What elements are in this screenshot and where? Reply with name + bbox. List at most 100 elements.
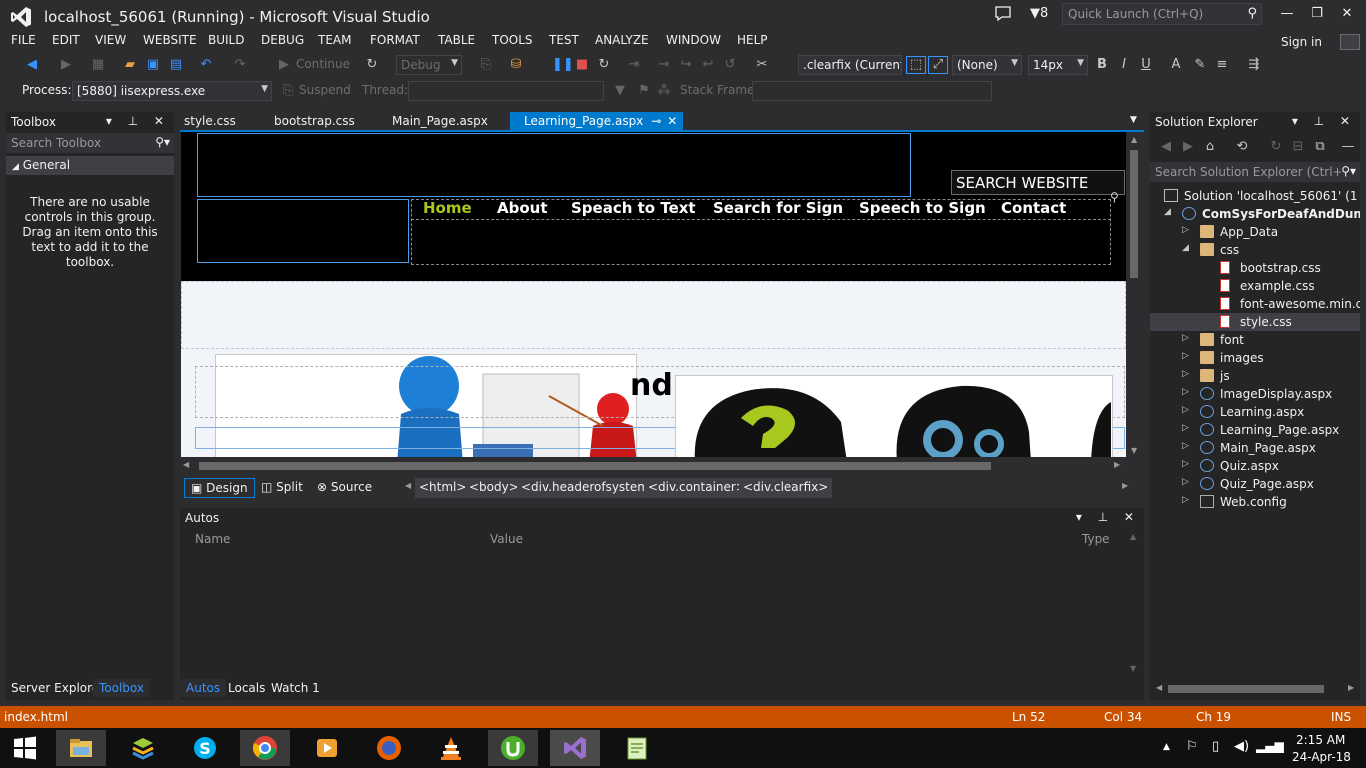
column-value[interactable]: Value xyxy=(490,532,523,546)
panel-buttons[interactable]: ▾ ⊥ ✕ xyxy=(1076,510,1140,524)
home-icon[interactable]: ⌂ xyxy=(1202,139,1218,155)
new-project-icon[interactable]: ▦ xyxy=(90,57,106,73)
close-tab-icon[interactable]: ✕ xyxy=(667,114,677,128)
open-file-icon[interactable]: ▰ xyxy=(122,57,138,73)
notification-flag-icon[interactable] xyxy=(994,6,1012,22)
collapsed-arrow-icon[interactable]: ▷ xyxy=(1182,225,1189,235)
resize-icon[interactable]: ⤢ xyxy=(928,56,948,74)
dashed-border-icon[interactable]: ⬚ xyxy=(906,56,926,74)
column-name[interactable]: Name xyxy=(195,532,230,546)
design-surface[interactable]: Home About Speach to Text Search for Sig… xyxy=(181,132,1126,457)
filter-icon[interactable]: ▼ xyxy=(612,83,628,99)
toolbox-group-general[interactable]: ◢ General xyxy=(6,156,174,175)
nav-about[interactable]: About xyxy=(497,199,548,217)
bold-icon[interactable]: B xyxy=(1094,57,1110,73)
align-icon[interactable]: ≡ xyxy=(1214,57,1230,73)
split-view-button[interactable]: ◫ Split xyxy=(255,478,309,498)
navigate-forward-icon[interactable]: ▶ xyxy=(58,57,74,73)
menu-view[interactable]: VIEW xyxy=(95,33,126,47)
tab-style-css[interactable]: style.css xyxy=(170,112,250,132)
panel-buttons[interactable]: ▾ ⊥ ✕ xyxy=(1292,114,1356,128)
scroll-right-icon[interactable]: ▶ xyxy=(1348,683,1354,692)
navigate-back-icon[interactable]: ◀ xyxy=(24,57,40,73)
volume-icon[interactable]: ◀) xyxy=(1234,739,1249,754)
site-search-input[interactable]: SEARCH WEBSITE xyxy=(951,170,1125,195)
stop-icon[interactable]: ■ xyxy=(574,57,590,73)
pin-icon[interactable]: ⊸ xyxy=(651,114,661,128)
scroll-down-icon[interactable]: ▼ xyxy=(1130,664,1136,673)
search-icon[interactable]: ⚲▾ xyxy=(155,135,170,149)
search-icon[interactable]: ⚲ xyxy=(1110,190,1119,204)
tree-project[interactable]: ◢ ComSysForDeafAndDumb - ( xyxy=(1150,205,1360,223)
taskbar-file-explorer[interactable] xyxy=(56,730,106,766)
toolbar-options-icon[interactable]: ⇶ xyxy=(1246,57,1262,73)
tree-item[interactable]: ▷ Main_Page.aspx xyxy=(1150,439,1360,457)
taskbar-bluestacks[interactable] xyxy=(118,730,168,766)
taskbar-vlc[interactable] xyxy=(426,730,476,766)
refresh-icon[interactable]: ↻ xyxy=(1268,139,1284,155)
editor-vertical-scroll-thumb[interactable] xyxy=(1130,150,1138,278)
tab-bootstrap-css[interactable]: bootstrap.css xyxy=(260,112,369,132)
collapsed-arrow-icon[interactable]: ▷ xyxy=(1182,405,1189,415)
taskbar-visual-studio[interactable] xyxy=(550,730,600,766)
tab-server-explorer[interactable]: Server Explorer xyxy=(11,681,104,695)
user-account-icon[interactable] xyxy=(1340,34,1360,50)
menu-debug[interactable]: DEBUG xyxy=(261,33,304,47)
tab-watch-1[interactable]: Watch 1 xyxy=(271,681,320,695)
foreground-color-icon[interactable]: A xyxy=(1168,57,1184,73)
collapsed-arrow-icon[interactable]: ▷ xyxy=(1182,333,1189,343)
show-next-statement-icon[interactable]: ⇥ xyxy=(626,57,642,73)
scroll-down-icon[interactable]: ▼ xyxy=(1131,446,1137,455)
menu-file[interactable]: FILE xyxy=(11,33,36,47)
thread-select[interactable] xyxy=(408,81,604,101)
undo-icon[interactable]: ↶ xyxy=(198,57,214,73)
tree-item[interactable]: ▷ Quiz.aspx xyxy=(1150,457,1360,475)
expanded-arrow-icon[interactable]: ◢ xyxy=(1164,207,1171,217)
solution-horizontal-scrollbar[interactable]: ◀ ▶ xyxy=(1150,681,1360,697)
quick-launch-input[interactable]: Quick Launch (Ctrl+Q) ⚲ xyxy=(1062,3,1262,25)
menu-edit[interactable]: EDIT xyxy=(52,33,80,47)
crumb-html[interactable]: <html> xyxy=(415,478,471,498)
nav-speach-to-text[interactable]: Speach to Text xyxy=(571,199,696,217)
collapsed-arrow-icon[interactable]: ▷ xyxy=(1182,477,1189,487)
toolbox-search-input[interactable]: Search Toolbox ⚲▾ xyxy=(6,133,174,153)
wifi-icon[interactable]: ▂▄▆ xyxy=(1256,739,1284,753)
clock-date[interactable]: 24-Apr-18 xyxy=(1292,750,1351,764)
tree-item[interactable]: ▷ Quiz_Page.aspx xyxy=(1150,475,1360,493)
tree-item[interactable]: ▷ font xyxy=(1150,331,1360,349)
scroll-right-icon[interactable]: ▶ xyxy=(1114,460,1120,469)
header-side-box[interactable] xyxy=(197,199,409,263)
pause-icon[interactable]: ❚❚ xyxy=(552,57,574,73)
clock-time[interactable]: 2:15 AM xyxy=(1296,733,1345,747)
stack-frame-select[interactable] xyxy=(752,81,992,101)
sync-icon[interactable]: ⟲ xyxy=(1234,139,1250,155)
taskbar-skype[interactable]: S xyxy=(180,730,230,766)
expanded-arrow-icon[interactable]: ◢ xyxy=(1182,243,1189,253)
redo-icon[interactable]: ↷ xyxy=(232,57,248,73)
solution-scroll-thumb[interactable] xyxy=(1168,685,1324,693)
header-logo-box[interactable] xyxy=(197,133,911,197)
font-size-select[interactable]: 14px ▼ xyxy=(1028,55,1088,75)
tree-item[interactable]: style.css xyxy=(1150,313,1360,331)
tab-learning-page[interactable]: Learning_Page.aspx ⊸ ✕ xyxy=(510,112,684,132)
taskbar-firefox[interactable] xyxy=(364,730,414,766)
attach-icon[interactable]: ⎘ xyxy=(478,57,494,73)
menu-build[interactable]: BUILD xyxy=(208,33,244,47)
save-icon[interactable]: ▣ xyxy=(145,57,161,73)
tree-item[interactable]: ▷ images xyxy=(1150,349,1360,367)
tab-main-page[interactable]: Main_Page.aspx xyxy=(378,112,502,132)
step-out-icon[interactable]: ↩ xyxy=(700,57,716,73)
crumb-clearfix[interactable]: <div.clearfix> xyxy=(739,478,833,498)
menu-tools[interactable]: TOOLS xyxy=(492,33,533,47)
menu-table[interactable]: TABLE xyxy=(438,33,475,47)
forward-icon[interactable]: ▶ xyxy=(1180,139,1196,155)
menu-format[interactable]: FORMAT xyxy=(370,33,420,47)
collapsed-arrow-icon[interactable]: ▷ xyxy=(1182,495,1189,505)
collapse-all-icon[interactable]: ⊟ xyxy=(1290,139,1306,155)
font-name-select[interactable]: (None) ▼ xyxy=(952,55,1022,75)
collapsed-arrow-icon[interactable]: ▷ xyxy=(1182,459,1189,469)
tree-item[interactable]: ▷ js xyxy=(1150,367,1360,385)
tab-toolbox[interactable]: Toolbox xyxy=(93,679,150,697)
tree-item[interactable]: example.css xyxy=(1150,277,1360,295)
tab-locals[interactable]: Locals xyxy=(228,681,265,695)
